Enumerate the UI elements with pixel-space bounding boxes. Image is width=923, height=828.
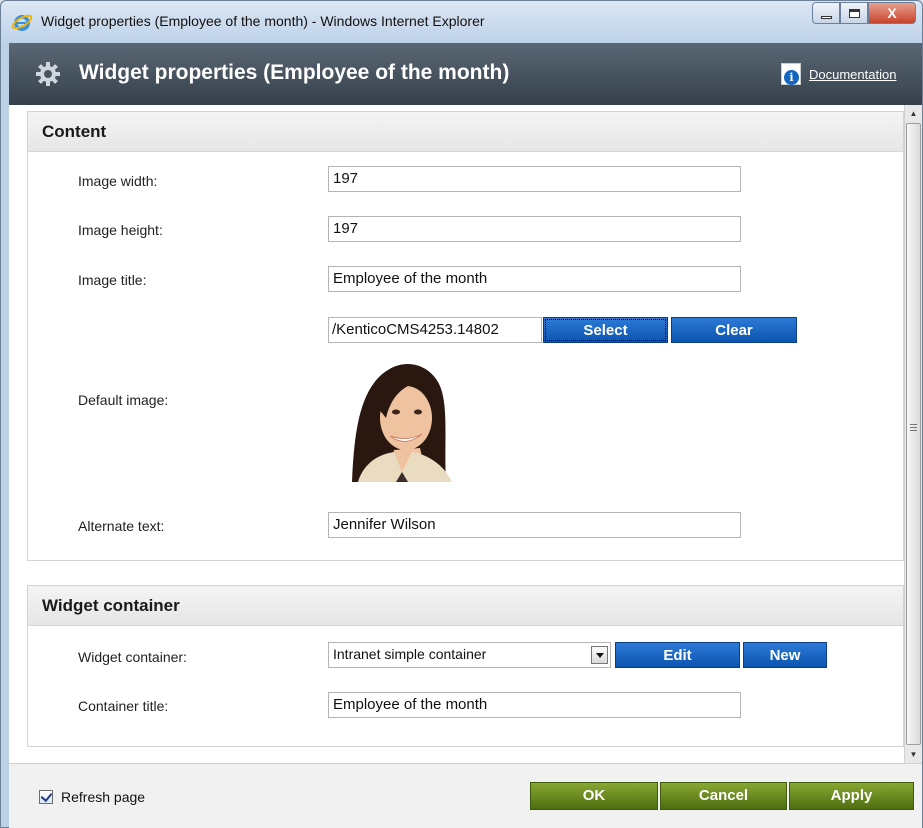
image-title-label: Image title: (78, 272, 147, 288)
image-width-input[interactable]: 197 (328, 166, 741, 192)
new-container-button[interactable]: New (743, 642, 827, 668)
gear-icon (36, 62, 60, 86)
alternate-text-label: Alternate text: (78, 518, 165, 534)
content-panel: Content Image width: 197 Image height: 1… (27, 111, 904, 561)
cancel-button[interactable]: Cancel (660, 782, 787, 810)
refresh-page-label[interactable]: Refresh page (61, 789, 145, 805)
image-height-label: Image height: (78, 222, 163, 238)
maximize-icon (848, 8, 860, 18)
minimize-button[interactable] (812, 2, 840, 24)
ok-button[interactable]: OK (530, 782, 658, 810)
container-title-label: Container title: (78, 698, 169, 714)
dialog-footer: Refresh page OK Cancel Apply (9, 763, 922, 828)
maximize-button[interactable] (840, 2, 868, 24)
widget-container-select[interactable]: Intranet simple container (328, 642, 611, 668)
close-icon: X (887, 5, 897, 21)
browser-window: Widget properties (Employee of the month… (0, 0, 923, 828)
close-window-button[interactable]: X (868, 2, 916, 24)
vertical-scrollbar[interactable]: ▲ ▼ (904, 105, 922, 763)
documentation-label: Documentation (809, 66, 897, 82)
widget-container-panel: Widget container Widget container: Intra… (27, 585, 904, 747)
image-height-input[interactable]: 197 (328, 216, 741, 242)
window-controls: X (812, 2, 916, 26)
scrollbar-thumb[interactable] (906, 123, 921, 745)
image-title-input[interactable]: Employee of the month (328, 266, 741, 292)
minimize-icon (820, 15, 832, 19)
dialog-title: Widget properties (Employee of the month… (79, 61, 510, 84)
scroll-down-arrow-icon[interactable]: ▼ (905, 746, 922, 763)
scroll-up-arrow-icon[interactable]: ▲ (905, 105, 922, 122)
apply-button[interactable]: Apply (789, 782, 914, 810)
refresh-page-checkbox[interactable] (39, 790, 53, 804)
widget-container-label: Widget container: (78, 649, 187, 665)
internet-explorer-icon (11, 14, 33, 31)
properties-content: Content Image width: 197 Image height: 1… (9, 105, 904, 763)
image-width-label: Image width: (78, 173, 158, 189)
default-image-path-input[interactable]: /KenticoCMS4253.14802 (328, 317, 542, 343)
window-title: Widget properties (Employee of the month… (41, 13, 485, 29)
select-image-button[interactable]: Select (543, 317, 668, 343)
clear-image-button[interactable]: Clear (671, 317, 797, 343)
default-image-label: Default image: (78, 392, 169, 408)
alternate-text-input[interactable]: Jennifer Wilson (328, 512, 741, 538)
content-panel-title: Content (28, 112, 903, 152)
employee-photo (328, 348, 468, 482)
dialog-header: Widget properties (Employee of the month… (9, 43, 922, 105)
documentation-link[interactable]: i Documentation (781, 63, 896, 85)
widget-container-panel-title: Widget container (28, 586, 903, 626)
documentation-icon: i (781, 63, 801, 85)
edit-container-button[interactable]: Edit (615, 642, 740, 668)
chevron-down-icon[interactable] (591, 646, 608, 664)
grip-icon (910, 424, 917, 431)
info-icon: i (784, 70, 799, 85)
widget-container-selected-value: Intranet simple container (333, 646, 487, 662)
container-title-input[interactable]: Employee of the month (328, 692, 741, 718)
window-titlebar[interactable]: Widget properties (Employee of the month… (1, 1, 922, 43)
